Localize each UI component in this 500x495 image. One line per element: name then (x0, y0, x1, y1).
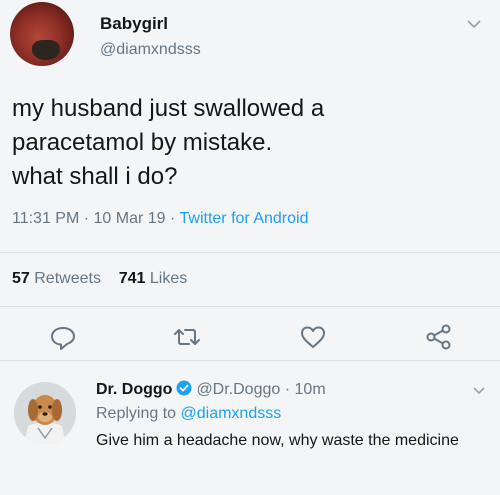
reply-user-handle[interactable]: @Dr.Doggo (196, 381, 280, 398)
separator: · (284, 381, 295, 398)
heart-icon[interactable] (298, 322, 328, 352)
share-icon[interactable] (424, 322, 454, 352)
likes-stat[interactable]: 741 Likes (119, 270, 188, 287)
display-name[interactable]: Babygirl (100, 14, 168, 34)
likes-label: Likes (149, 270, 188, 287)
tweet-date: 10 Mar 19 (93, 210, 166, 227)
tweet-text: my husband just swallowed a paracetamol … (12, 95, 325, 190)
tweet-metadata: 11:31 PM · 10 Mar 19 · Twitter for Andro… (12, 210, 308, 228)
verified-badge-icon (176, 380, 192, 396)
divider (0, 252, 500, 253)
tweet-actions (0, 322, 500, 358)
reply-timestamp[interactable]: 10m (295, 381, 326, 398)
reply-icon[interactable] (48, 322, 78, 352)
retweets-stat[interactable]: 57 Retweets (12, 270, 101, 287)
separator: · (170, 210, 180, 227)
tweet-source-link[interactable]: Twitter for Android (180, 210, 309, 227)
user-handle[interactable]: @diamxndsss (100, 41, 201, 59)
reply-text: Give him a headache now, why waste the m… (96, 432, 459, 449)
avatar[interactable] (14, 382, 76, 444)
retweets-count: 57 (12, 270, 30, 287)
replying-to: Replying to @diamxndsss (96, 405, 281, 423)
replying-prefix: Replying to (96, 405, 177, 422)
chevron-down-icon[interactable] (472, 386, 486, 396)
tweet-time: 11:31 PM (12, 210, 80, 227)
reply-header: Dr. Doggo @Dr.Doggo · 10m (96, 380, 326, 399)
divider (0, 306, 500, 307)
main-tweet: Babygirl @diamxndsss my husband just swa… (0, 0, 500, 340)
reply-display-name[interactable]: Dr. Doggo (96, 381, 172, 398)
avatar[interactable] (10, 2, 74, 66)
reply-tweet: Dr. Doggo @Dr.Doggo · 10m Replying to @di… (0, 360, 500, 495)
retweets-label: Retweets (34, 270, 101, 287)
replying-mention-link[interactable]: @diamxndsss (181, 405, 282, 422)
likes-count: 741 (118, 270, 146, 287)
chevron-down-icon[interactable] (466, 18, 482, 30)
separator: · (83, 210, 94, 227)
dog-avatar-icon (14, 382, 76, 444)
avatar-figure (32, 40, 60, 60)
retweet-icon[interactable] (172, 322, 202, 352)
tweet-stats: 57 Retweets 741 Likes (12, 270, 187, 288)
